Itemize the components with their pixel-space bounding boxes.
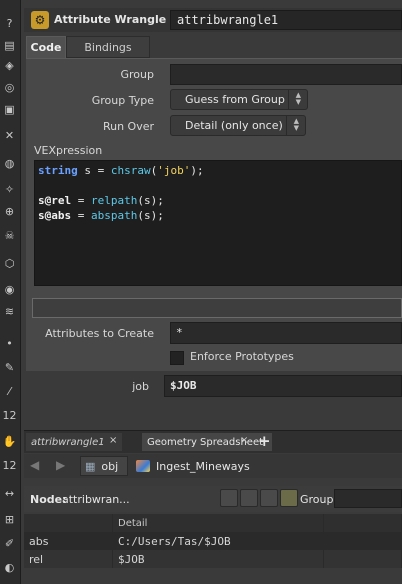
code-string: 'job': [157, 164, 191, 177]
network-icon: ▦: [85, 459, 96, 473]
job-parameter-row: job $JOB: [24, 374, 402, 398]
tab-bindings[interactable]: Bindings: [66, 36, 150, 58]
vexpression-label: VEXpression: [34, 144, 103, 157]
pose-icon[interactable]: ◎: [2, 80, 17, 95]
tab-geometry-spreadsheet[interactable]: Geometry Spreadsheet: [142, 433, 272, 451]
code-keyword: string: [38, 164, 78, 177]
code-function: chsraw: [110, 164, 151, 177]
group-filter-field[interactable]: [334, 489, 402, 508]
spreadsheet-toolbar: Node: attribwran... Group:: [24, 486, 402, 512]
enforce-prototypes-checkbox[interactable]: [170, 351, 184, 365]
group-type-value: Guess from Group: [185, 93, 285, 106]
lock-icon[interactable]: ▣: [2, 102, 17, 117]
dot-icon[interactable]: •: [2, 336, 17, 351]
row-name: rel: [24, 550, 113, 568]
run-over-dropdown[interactable]: Detail (only once) ▲ ▼: [170, 115, 306, 136]
column-header-detail[interactable]: Detail: [112, 514, 324, 532]
record-icon[interactable]: ◐: [2, 560, 17, 575]
number-icon-2[interactable]: 12: [2, 458, 17, 473]
eye-icon[interactable]: ◉: [2, 282, 17, 297]
wrangle-icon: ⚙: [31, 11, 49, 29]
detail-icon[interactable]: [280, 489, 298, 507]
tab-code[interactable]: Code: [26, 36, 66, 58]
brush-icon[interactable]: ✐: [2, 536, 17, 551]
code-function: abspath: [91, 209, 138, 222]
primitives-icon[interactable]: [260, 489, 278, 507]
spreadsheet-table: Detail abs C:/Users/Tas/$JOB rel $JOB: [24, 514, 402, 568]
node-name-field[interactable]: attribwrangle1: [170, 10, 402, 30]
magnify-icon[interactable]: ◍: [2, 156, 17, 171]
code-function: relpath: [91, 194, 138, 207]
paint-icon[interactable]: ⁄: [2, 384, 17, 399]
group-filter-label: Group:: [300, 493, 338, 506]
parameter-tabs: Code Bindings: [24, 36, 402, 58]
transform-icon[interactable]: ◈: [2, 58, 17, 73]
close-tab-icon[interactable]: ×: [109, 435, 117, 446]
node-icon[interactable]: ⬡: [2, 256, 17, 271]
add-icon[interactable]: ⊕: [2, 204, 17, 219]
pane-tabs: attribwrangle1 × Geometry Spreadsheet × …: [24, 430, 402, 453]
node-type-label: Attribute Wrangle: [54, 13, 167, 26]
breadcrumb-obj[interactable]: ▦ obj: [80, 456, 128, 476]
row-value: C:/Users/Tas/$JOB: [112, 532, 324, 550]
node-value-label: attribwran...: [62, 493, 130, 506]
run-over-value: Detail (only once): [185, 119, 283, 132]
table-row[interactable]: abs C:/Users/Tas/$JOB: [24, 532, 402, 550]
spinner-arrows-icon: ▲ ▼: [295, 91, 301, 106]
forward-arrow-icon[interactable]: ▶: [56, 458, 65, 472]
attributes-to-create-field[interactable]: *: [170, 322, 402, 344]
group-label: Group: [120, 68, 155, 81]
attributes-to-create-label: Attributes to Create: [45, 327, 154, 340]
table-header-row: Detail: [24, 514, 402, 532]
select-icon[interactable]: ▤: [2, 38, 17, 53]
close-tab-icon[interactable]: ×: [240, 435, 248, 446]
group-field[interactable]: [170, 64, 402, 85]
layer-icon[interactable]: ≋: [2, 304, 17, 319]
tab-attribwrangle1[interactable]: attribwrangle1: [26, 433, 122, 451]
points-icon[interactable]: [220, 489, 238, 507]
message-bar: [32, 298, 402, 318]
vex-code-editor[interactable]: string s = chsraw('job'); s@rel = relpat…: [34, 160, 402, 286]
remove-icon[interactable]: ✕: [2, 128, 17, 143]
group-type-label: Group Type: [91, 94, 154, 107]
group-type-dropdown[interactable]: Guess from Group ▲ ▼: [170, 89, 308, 110]
code-attribute: s@rel: [38, 194, 72, 207]
enforce-prototypes-label: Enforce Prototypes: [190, 350, 294, 363]
back-arrow-icon[interactable]: ◀: [30, 458, 39, 472]
geometry-icon: [136, 460, 150, 472]
pin-icon[interactable]: ✎: [2, 360, 17, 375]
job-field[interactable]: $JOB: [164, 375, 402, 397]
parameter-header: ⚙ Attribute Wrangle attribwrangle1: [24, 8, 402, 32]
breadcrumb-ingest-mineways[interactable]: Ingest_Mineways: [136, 456, 250, 476]
skull-icon[interactable]: ☠: [2, 228, 17, 243]
row-name: abs: [24, 532, 113, 550]
tool-shelf: ? ▤ ◈ ◎ ▣ ✕ ◍ ✧ ⊕ ☠ ⬡ ◉ ≋ • ✎ ⁄ 12 ✋ 12 …: [0, 0, 21, 584]
code-attribute: s@abs: [38, 209, 72, 222]
run-over-label: Run Over: [102, 120, 154, 133]
table-row[interactable]: rel $JOB: [24, 550, 402, 568]
job-label: job: [132, 380, 149, 393]
vertices-icon[interactable]: [240, 489, 258, 507]
number-icon[interactable]: 12: [2, 408, 17, 423]
move-icon[interactable]: ↔: [2, 486, 17, 501]
light-icon[interactable]: ✧: [2, 182, 17, 197]
hand-icon[interactable]: ✋: [2, 434, 17, 449]
align-icon[interactable]: ⊞: [2, 512, 17, 527]
help-icon[interactable]: ?: [2, 16, 17, 31]
path-bar: ◀ ▶ ▦ obj Ingest_Mineways: [24, 454, 402, 478]
spinner-arrows-icon: ▲ ▼: [293, 117, 299, 132]
row-value: $JOB: [112, 550, 324, 568]
add-tab-icon[interactable]: +: [258, 432, 271, 450]
